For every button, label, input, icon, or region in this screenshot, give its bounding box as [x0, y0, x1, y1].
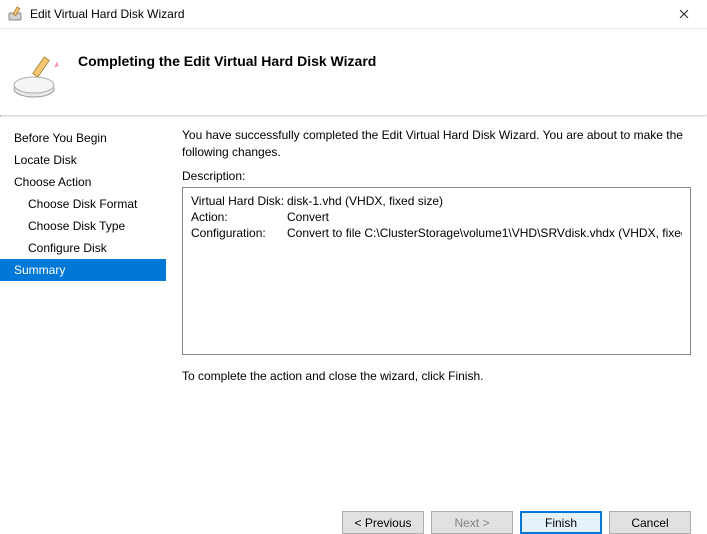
next-button: Next > — [431, 511, 513, 534]
sidebar-step-choose-disk-type[interactable]: Choose Disk Type — [0, 215, 166, 237]
desc-value: disk-1.vhd (VHDX, fixed size) — [287, 194, 682, 208]
closing-text: To complete the action and close the wiz… — [182, 369, 691, 383]
wizard-content: You have successfully completed the Edit… — [166, 117, 707, 489]
description-box: Virtual Hard Disk: disk-1.vhd (VHDX, fix… — [182, 187, 691, 355]
sidebar-step-before-you-begin[interactable]: Before You Begin — [0, 127, 166, 149]
sidebar-step-choose-action[interactable]: Choose Action — [0, 171, 166, 193]
wizard-sidebar: Before You Begin Locate Disk Choose Acti… — [0, 117, 166, 489]
desc-row-action: Action: Convert — [191, 210, 682, 224]
wizard-footer: < Previous Next > Finish Cancel — [0, 489, 707, 534]
desc-row-config: Configuration: Convert to file C:\Cluste… — [191, 226, 682, 240]
wizard-header: Completing the Edit Virtual Hard Disk Wi… — [0, 29, 707, 115]
page-heading: Completing the Edit Virtual Hard Disk Wi… — [78, 53, 376, 69]
desc-value: Convert — [287, 210, 682, 224]
cancel-button[interactable]: Cancel — [609, 511, 691, 534]
app-icon — [8, 6, 24, 22]
window-title: Edit Virtual Hard Disk Wizard — [30, 7, 661, 21]
description-label: Description: — [182, 169, 691, 183]
close-button[interactable] — [661, 0, 707, 28]
desc-key: Virtual Hard Disk: — [191, 194, 287, 208]
finish-button[interactable]: Finish — [520, 511, 602, 534]
desc-key: Configuration: — [191, 226, 287, 240]
intro-text: You have successfully completed the Edit… — [182, 127, 691, 161]
sidebar-step-summary[interactable]: Summary — [0, 259, 166, 281]
previous-button[interactable]: < Previous — [342, 511, 424, 534]
titlebar: Edit Virtual Hard Disk Wizard — [0, 0, 707, 29]
sidebar-step-locate-disk[interactable]: Locate Disk — [0, 149, 166, 171]
sidebar-step-choose-disk-format[interactable]: Choose Disk Format — [0, 193, 166, 215]
wizard-icon — [12, 53, 60, 101]
desc-row-vhd: Virtual Hard Disk: disk-1.vhd (VHDX, fix… — [191, 194, 682, 208]
desc-value: Convert to file C:\ClusterStorage\volume… — [287, 226, 682, 240]
desc-key: Action: — [191, 210, 287, 224]
sidebar-step-configure-disk[interactable]: Configure Disk — [0, 237, 166, 259]
